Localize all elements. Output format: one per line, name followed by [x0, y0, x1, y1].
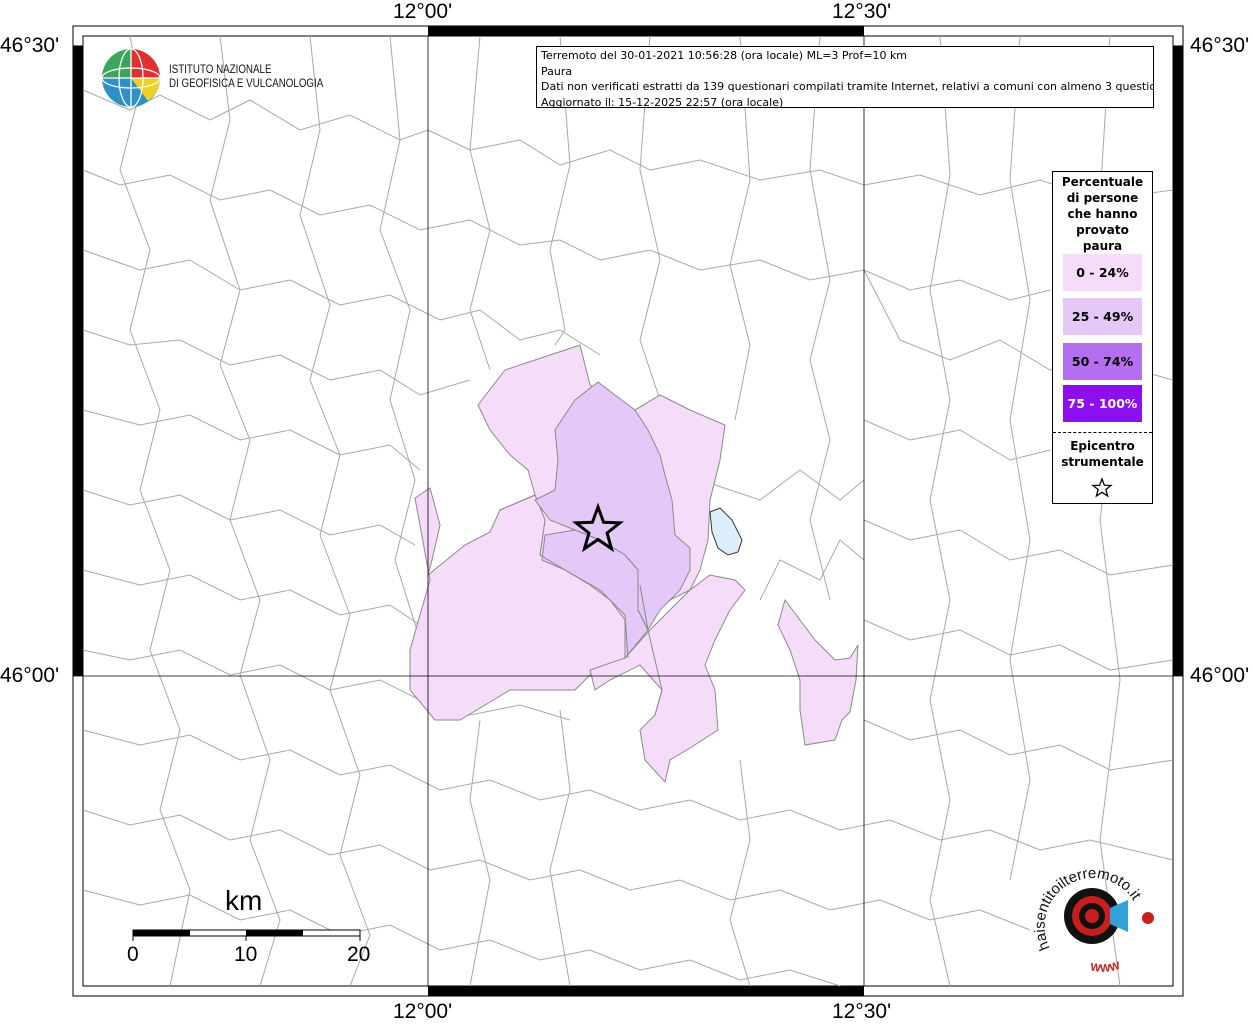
- coord-label-left-top: 46°30': [0, 34, 60, 57]
- coord-label-top-right: 12°30': [832, 0, 892, 23]
- event-info-line2: Paura: [541, 64, 573, 78]
- frame-segment-bottom: [428, 986, 864, 996]
- coord-label-right-bottom: 46°00': [1190, 664, 1250, 687]
- coord-label-bottom-right: 12°30': [832, 1000, 892, 1023]
- coord-label-right-top: 46°30': [1190, 34, 1250, 57]
- ingv-logo-line1: ISTITUTO NAZIONALE: [169, 64, 272, 76]
- frame-segment-right: [1173, 46, 1183, 676]
- scale-tick-20: 20: [347, 943, 371, 966]
- legend-item-75-100: 75 - 100%: [1063, 385, 1142, 422]
- haisentitoilterremoto-logo: haisentitoilterremoto.it WWW: [1032, 865, 1154, 975]
- legend-item-0-24: 0 - 24%: [1063, 254, 1142, 291]
- event-info-line1: Terremoto del 30-01-2021 10:56:28 (ora l…: [541, 49, 908, 62]
- coord-label-left-bottom: 46°00': [0, 664, 60, 687]
- legend-title-line: paura: [1082, 239, 1123, 253]
- coord-label-bottom-left: 12°00': [393, 1000, 453, 1023]
- legend-epicenter-label: Epicentro strumentale: [1053, 438, 1152, 470]
- legend-title-line: provato: [1076, 223, 1129, 237]
- legend-title: Percentuale di persone che hanno provato…: [1053, 174, 1152, 254]
- legend-epicenter-line: Epicentro: [1070, 439, 1135, 453]
- scale-tick-10: 10: [234, 943, 258, 966]
- frame-segment-top: [428, 26, 864, 36]
- frame-segment-left: [73, 46, 83, 676]
- legend-item-50-74: 50 - 74%: [1063, 343, 1142, 380]
- svg-text:WWW: WWW: [1089, 960, 1122, 975]
- ingv-globe-logo: [101, 48, 161, 108]
- legend-title-line: che hanno: [1067, 207, 1138, 221]
- legend-title-line: Percentuale: [1061, 175, 1144, 189]
- coord-label-top-left: 12°00': [393, 0, 453, 23]
- hst-logo-www: WWW: [1089, 960, 1122, 975]
- legend-separator: [1053, 432, 1152, 433]
- legend-item-25-49: 25 - 49%: [1063, 298, 1142, 335]
- municipality-area-east: [777, 598, 859, 746]
- event-info-box: Terremoto del 30-01-2021 10:56:28 (ora l…: [536, 46, 1154, 108]
- event-info-line3: Dati non verificati estratti da 139 ques…: [541, 80, 1154, 93]
- scale-bar: [132, 929, 361, 941]
- ingv-logo-text: ISTITUTO NAZIONALE DI GEOFISICA E VULCAN…: [169, 63, 323, 91]
- scale-tick-0: 0: [127, 943, 139, 966]
- event-info-line4: Aggiornato il: 15-12-2025 22:57 (ora loc…: [541, 95, 784, 108]
- legend-title-line: di persone: [1066, 191, 1139, 205]
- legend-epicenter-line: strumentale: [1061, 455, 1144, 469]
- scale-unit-label: km: [225, 885, 263, 916]
- legend: Percentuale di persone che hanno provato…: [1052, 171, 1153, 504]
- star-outline-icon: [1091, 477, 1113, 498]
- ingv-logo-line2: DI GEOFISICA E VULCANOLOGIA: [169, 78, 324, 90]
- lake: [709, 507, 743, 556]
